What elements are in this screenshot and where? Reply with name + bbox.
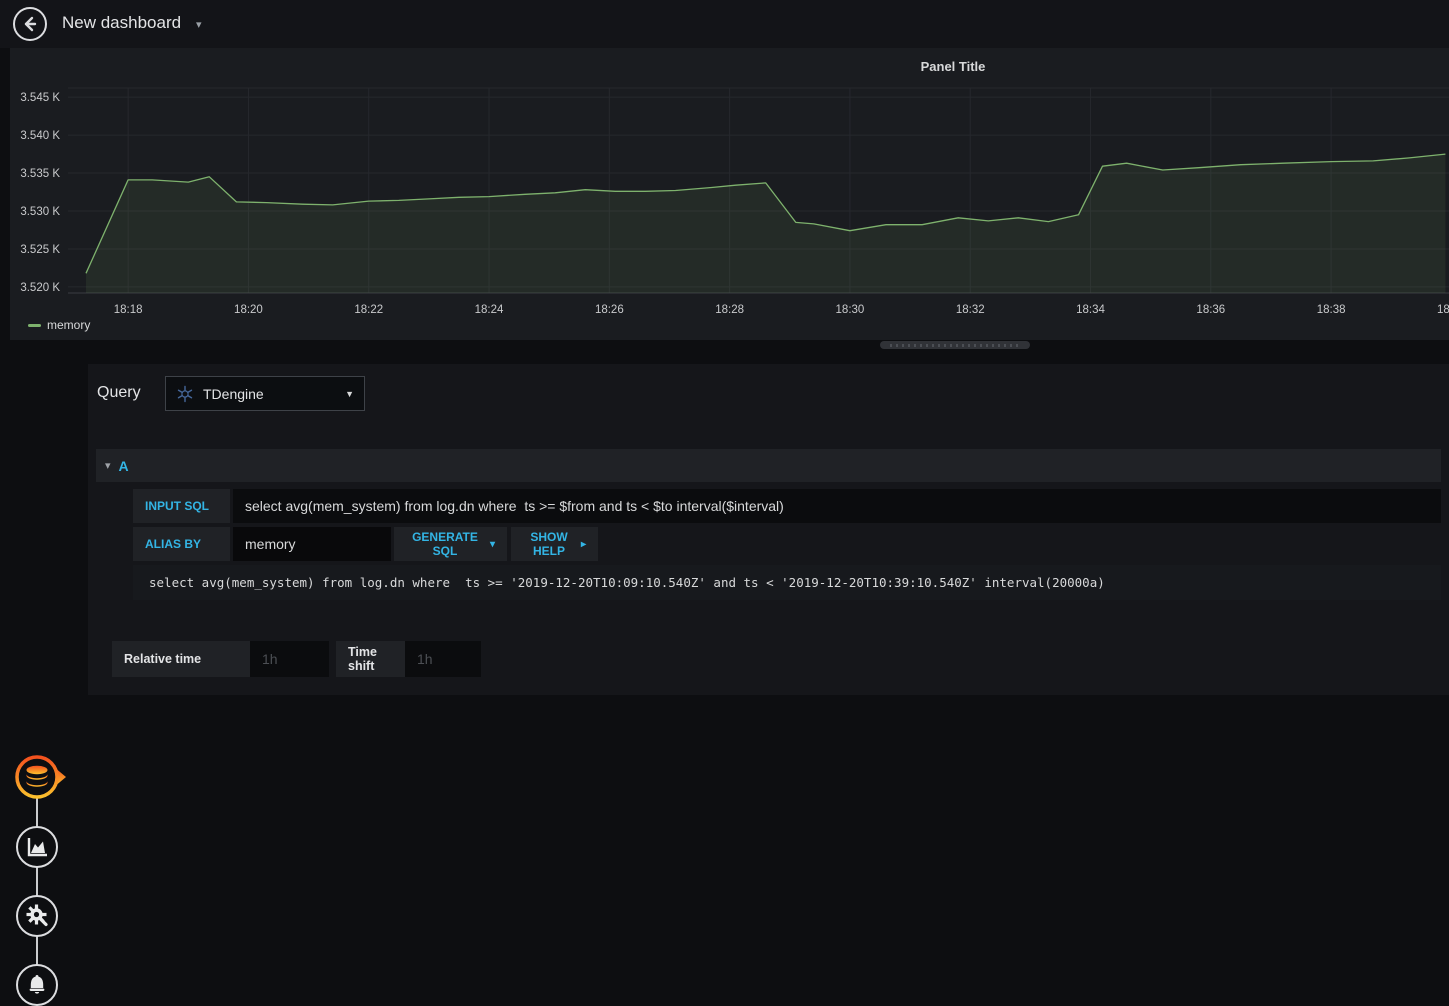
- graph-panel: Panel Title 3.520 K 3.525 K 3.530 K 3.535 K…: [10, 48, 1449, 340]
- svg-text:18:38: 18:38: [1317, 304, 1346, 316]
- svg-text:18:26: 18:26: [595, 304, 624, 316]
- tab-alert[interactable]: [16, 964, 58, 1006]
- svg-text:3.520 K: 3.520 K: [20, 282, 60, 294]
- database-icon: [15, 755, 66, 799]
- show-help-button[interactable]: SHOW HELP ▸: [511, 527, 598, 561]
- svg-text:3.535 K: 3.535 K: [20, 168, 60, 180]
- svg-text:18:20: 18:20: [234, 304, 263, 316]
- tab-general[interactable]: [16, 895, 58, 937]
- svg-text:3.525 K: 3.525 K: [20, 244, 60, 256]
- generated-sql-preview: select avg(mem_system) from log.dn where…: [133, 565, 1441, 600]
- collapse-caret-icon: ▾: [105, 460, 111, 472]
- input-sql-label: INPUT SQL: [133, 489, 230, 523]
- query-section-heading: Query: [97, 384, 141, 401]
- svg-text:3.545 K: 3.545 K: [20, 92, 60, 104]
- time-shift-label: Time shift: [336, 641, 405, 677]
- generate-sql-button[interactable]: GENERATE SQL ▾: [394, 527, 507, 561]
- chevron-down-icon: ▼: [345, 388, 354, 399]
- svg-text:18:24: 18:24: [475, 304, 504, 316]
- legend-item-memory[interactable]: memory: [28, 316, 90, 334]
- generate-sql-label: GENERATE SQL: [412, 530, 478, 558]
- chart-icon: [27, 838, 47, 857]
- input-sql-field[interactable]: [233, 489, 1441, 523]
- legend-series-color: [28, 323, 41, 327]
- alias-by-field[interactable]: [233, 527, 391, 561]
- svg-text:3.530 K: 3.530 K: [20, 206, 60, 218]
- gear-wrench-icon: [26, 904, 48, 927]
- chevron-down-icon: ▾: [489, 538, 495, 550]
- tdengine-datasource-icon: [177, 385, 193, 402]
- panel-resize-handle[interactable]: [880, 341, 1030, 349]
- alias-by-label: ALIAS BY: [133, 527, 230, 561]
- time-shift-field[interactable]: [405, 641, 481, 677]
- svg-text:18:22: 18:22: [354, 304, 383, 316]
- show-help-label: SHOW HELP: [530, 530, 568, 558]
- legend-series-label: memory: [47, 318, 91, 332]
- svg-text:18:34: 18:34: [1076, 304, 1105, 316]
- dashboard-title[interactable]: New dashboard: [62, 13, 181, 33]
- svg-text:18:40: 18:40: [1437, 304, 1449, 316]
- tab-queries[interactable]: [12, 752, 68, 802]
- navbar: New dashboard ▾: [0, 0, 1449, 48]
- panel-editor-tabs: [0, 340, 88, 1006]
- chevron-down-icon[interactable]: ▾: [196, 18, 202, 31]
- svg-text:18:30: 18:30: [836, 304, 865, 316]
- query-row-header[interactable]: ▾ A: [96, 449, 1441, 482]
- tab-connector-line: [36, 777, 38, 985]
- svg-text:3.540 K: 3.540 K: [20, 130, 60, 142]
- back-button[interactable]: [13, 7, 47, 41]
- chevron-right-icon: ▸: [580, 538, 586, 550]
- back-arrow-icon: [24, 16, 37, 32]
- tab-visualization[interactable]: [16, 826, 58, 868]
- svg-text:18:18: 18:18: [114, 304, 143, 316]
- relative-time-field[interactable]: [250, 641, 329, 677]
- svg-text:18:32: 18:32: [956, 304, 985, 316]
- bell-icon: [29, 975, 45, 994]
- datasource-picker[interactable]: TDengine ▼: [165, 376, 365, 411]
- svg-text:18:36: 18:36: [1196, 304, 1225, 316]
- svg-text:18:28: 18:28: [715, 304, 744, 316]
- panel-title[interactable]: Panel Title: [921, 59, 986, 74]
- time-series-chart[interactable]: 3.520 K 3.525 K 3.530 K 3.535 K 3.540 K 3.545…: [10, 78, 1449, 326]
- query-editor-section: Query TDengine ▼ ▾ A INPUT SQL ALIAS BY …: [88, 364, 1449, 695]
- query-ref-id: A: [118, 457, 129, 474]
- datasource-name: TDengine: [203, 385, 264, 402]
- resize-handle-dots: [890, 343, 1020, 347]
- relative-time-label: Relative time: [112, 641, 250, 677]
